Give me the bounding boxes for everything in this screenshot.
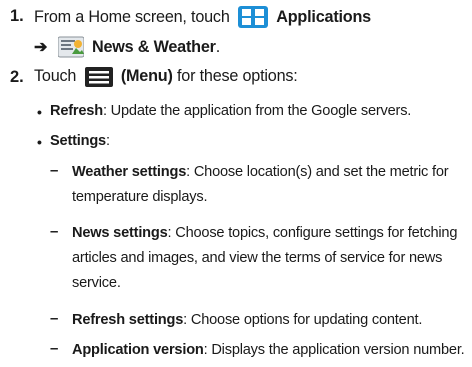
dash: –: [50, 340, 59, 357]
options-text: for these options:: [177, 67, 298, 85]
item-label: Application version: [72, 342, 204, 358]
news-weather-icon: [57, 36, 85, 63]
item-text-cont: service.: [72, 275, 121, 291]
step-2-line: Touch (Menu) for these options:: [34, 67, 298, 92]
item-text-cont: articles and images, and view the terms …: [72, 250, 443, 266]
item-label: News settings: [72, 225, 168, 241]
news-settings-item: News settings: Choose topics, configure …: [72, 225, 457, 241]
item-text: : Choose topics, configure settings for …: [167, 225, 458, 241]
item-text: : Displays the application version numbe…: [203, 342, 465, 358]
bullet-dot: •: [37, 104, 42, 120]
news-settings-cont2: service.: [72, 275, 121, 291]
step-1-line-2: ➔ News & Weather.: [34, 36, 220, 63]
bullet-dot: •: [37, 134, 42, 150]
news-weather-label: News & Weather: [92, 38, 216, 56]
period: .: [215, 38, 221, 56]
item-text-cont: temperature displays.: [72, 189, 208, 205]
refresh-settings-item: Refresh settings: Choose options for upd…: [72, 312, 422, 328]
item-text: : Choose options for updating content.: [183, 312, 423, 328]
item-label: Weather settings: [72, 164, 187, 180]
news-settings-cont: articles and images, and view the terms …: [72, 250, 442, 266]
arrow-glyph: ➔: [34, 38, 48, 56]
application-version-item: Application version: Displays the applic…: [72, 342, 465, 358]
bullet-label: Refresh: [50, 103, 103, 119]
bullet-text: :: [105, 133, 110, 149]
step-1-line-1: From a Home screen, touch Applications: [34, 6, 371, 33]
bullet-refresh: Refresh: Update the application from the…: [50, 103, 411, 119]
bullet-text: : Update the application from the Google…: [102, 103, 412, 119]
applications-label: Applications: [276, 8, 371, 26]
menu-label: (Menu): [120, 67, 173, 85]
step-number: 2.: [10, 68, 24, 86]
dash: –: [50, 310, 59, 327]
step-text: From a Home screen, touch: [34, 8, 230, 26]
bullet-label: Settings: [50, 133, 106, 149]
applications-icon: [237, 6, 268, 33]
item-label: Refresh settings: [72, 312, 184, 328]
touch-text: Touch: [34, 67, 77, 85]
dash: –: [50, 223, 59, 240]
menu-icon: [84, 67, 113, 92]
item-text: : Choose location(s) and set the metric …: [186, 164, 449, 180]
dash: –: [50, 162, 59, 179]
weather-settings-item: Weather settings: Choose location(s) and…: [72, 164, 449, 180]
step-number: 1.: [10, 7, 24, 25]
weather-settings-cont: temperature displays.: [72, 189, 208, 205]
bullet-settings: Settings:: [50, 133, 110, 149]
